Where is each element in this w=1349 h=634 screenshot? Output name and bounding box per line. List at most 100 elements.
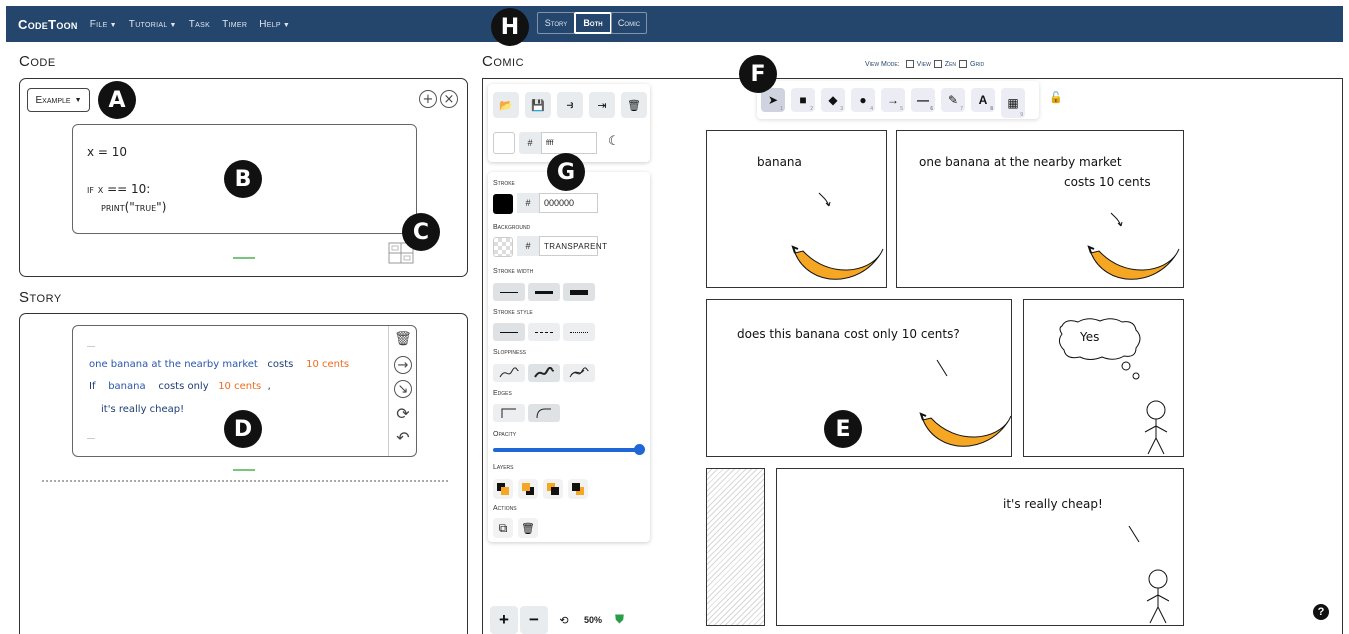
menu-task[interactable]: Task	[189, 19, 210, 30]
panel-caption: does this banana cost only 10 cents?	[737, 327, 960, 341]
resize-handle[interactable]	[233, 469, 255, 471]
app-brand[interactable]: CodeToon	[18, 17, 78, 32]
format-painter-icon[interactable]: ⥽	[557, 92, 583, 118]
opacity-slider-thumb[interactable]	[634, 444, 645, 455]
stroke-width-bold[interactable]	[528, 283, 560, 301]
comic-panel-6[interactable]: it's really cheap!	[776, 468, 1184, 626]
unlock-icon[interactable]: 🔓	[1049, 91, 1063, 104]
code-line: if x == 10:	[87, 182, 151, 196]
refresh-icon[interactable]: ⟳	[394, 404, 412, 423]
sloppiness-artist[interactable]	[528, 364, 560, 382]
stroke-width-label: Stroke width	[493, 268, 534, 275]
code-section-title: Code	[19, 53, 56, 70]
stroke-style-dotted[interactable]	[563, 323, 595, 341]
story-line-3: it's really cheap!	[101, 404, 185, 415]
stroke-style-dashed[interactable]	[528, 323, 560, 341]
add-icon[interactable]: +	[419, 90, 437, 108]
navbar: CodeToon File ▼ Tutorial ▼ Task Timer Help…	[6, 6, 1343, 42]
delete-element-icon[interactable]: 🗑	[518, 518, 538, 538]
delete-icon[interactable]: 🗑	[621, 92, 647, 118]
bring-to-front-icon[interactable]	[568, 479, 588, 499]
send-to-back-icon[interactable]	[493, 479, 513, 499]
menu-timer[interactable]: Timer	[222, 19, 247, 30]
turn-down-icon[interactable]: ↶	[394, 428, 412, 447]
bring-forward-icon[interactable]	[543, 479, 563, 499]
zoom-out-button[interactable]: −	[520, 606, 548, 634]
annotation-badge-f: F	[739, 55, 777, 93]
shield-check-icon: ⛊	[615, 612, 625, 626]
hash-label: #	[517, 193, 539, 213]
grid-option-label: Grid	[970, 60, 985, 68]
ellipse-tool-icon[interactable]: ● 4	[851, 88, 875, 112]
story-divider	[42, 480, 448, 482]
text-tool-icon[interactable]: A8	[971, 88, 995, 112]
open-folder-icon[interactable]: 📂	[493, 92, 519, 118]
banana-icon	[919, 412, 1012, 447]
sloppiness-cartoonist[interactable]	[563, 364, 595, 382]
annotation-badge-a: A	[98, 81, 136, 119]
stroke-color-swatch[interactable]	[493, 194, 513, 214]
arrow-right-icon[interactable]: →	[394, 356, 412, 374]
background-color-swatch[interactable]	[493, 237, 513, 257]
zoom-level: 50%	[584, 615, 603, 625]
resize-handle[interactable]	[233, 257, 255, 259]
mode-both-button[interactable]: Both	[574, 12, 612, 34]
menu-help[interactable]: Help ▼	[259, 19, 290, 30]
background-label: Background	[493, 224, 531, 231]
zen-checkbox[interactable]	[933, 60, 942, 68]
comic-panel-4[interactable]: Yes	[1023, 299, 1184, 457]
opacity-slider[interactable]	[493, 448, 643, 452]
comic-canvas[interactable]: 📂 💾 ⥽ ⇥ 🗑 # ffff ☾ Stroke # 000000 Backg…	[482, 78, 1343, 634]
rectangle-tool-icon[interactable]: ■ 2	[791, 88, 815, 112]
mode-story-button[interactable]: Story	[537, 12, 575, 34]
mode-comic-button[interactable]: Comic	[611, 12, 647, 34]
annotation-badge-h: H	[491, 8, 529, 46]
menu-tutorial[interactable]: Tutorial ▼	[129, 19, 177, 30]
speech-line-icon	[936, 359, 948, 377]
comic-panel-1[interactable]: banana	[706, 130, 887, 288]
pencil-tool-icon[interactable]: ✎ 7	[941, 88, 965, 112]
annotation-badge-e: E	[824, 410, 862, 448]
zoom-in-button[interactable]: +	[490, 606, 518, 634]
stroke-width-thin[interactable]	[493, 283, 525, 301]
arrow-tool-icon[interactable]: → 5	[881, 88, 905, 112]
canvas-color-swatch[interactable]	[493, 132, 515, 154]
trash-icon[interactable]: 🗑	[394, 330, 412, 348]
sloppiness-architect[interactable]	[493, 364, 525, 382]
example-dropdown[interactable]: Example ▼	[27, 88, 90, 112]
help-icon[interactable]: ?	[1313, 604, 1329, 620]
code-line: x = 10	[87, 145, 128, 159]
stroke-width-extra-bold[interactable]	[563, 283, 595, 301]
edges-round[interactable]	[528, 404, 560, 422]
view-checkbox[interactable]	[905, 60, 914, 68]
banana-icon	[1087, 245, 1180, 280]
panel-caption: banana	[757, 155, 802, 169]
view-mode-bar: View Mode: View Zen Grid	[865, 60, 984, 68]
menu-file[interactable]: File ▼	[90, 19, 117, 30]
library-tool-icon[interactable]: ▦ 9	[1001, 88, 1025, 118]
diamond-tool-icon[interactable]: ◆ 3	[821, 88, 845, 112]
stroke-color-input[interactable]: 000000	[539, 193, 598, 213]
drawing-toolbar: ➤ 1 ■ 2 ◆ 3 ● 4 → 5 —6 ✎ 7 A8 ▦ 9	[757, 81, 1039, 119]
export-icon[interactable]: ⇥	[589, 92, 615, 118]
code-line: print("true")	[101, 200, 167, 214]
edges-sharp[interactable]	[493, 404, 525, 422]
canvas-color-input[interactable]: ffff	[541, 132, 597, 154]
banana-icon	[791, 245, 884, 280]
close-icon[interactable]: ×	[440, 90, 458, 108]
stroke-style-solid[interactable]	[493, 323, 525, 341]
save-icon[interactable]: 💾	[525, 92, 551, 118]
zoom-reset-icon[interactable]: ⟲	[550, 606, 578, 634]
grid-checkbox[interactable]	[959, 60, 968, 68]
moon-icon[interactable]: ☾	[608, 133, 620, 149]
comic-panel-5[interactable]	[706, 468, 765, 626]
background-color-input[interactable]: transparent	[539, 236, 607, 256]
send-backward-icon[interactable]	[518, 479, 538, 499]
comic-panel-2[interactable]: one banana at the nearby market costs 10…	[896, 130, 1184, 288]
stroke-label: Stroke	[493, 180, 515, 187]
arrow-down-right-icon[interactable]: ↘	[394, 380, 412, 398]
duplicate-icon[interactable]: ⧉	[493, 518, 513, 538]
stick-figure-icon	[1146, 569, 1170, 624]
hash-label: #	[519, 132, 541, 154]
line-tool-icon[interactable]: —6	[911, 88, 935, 112]
